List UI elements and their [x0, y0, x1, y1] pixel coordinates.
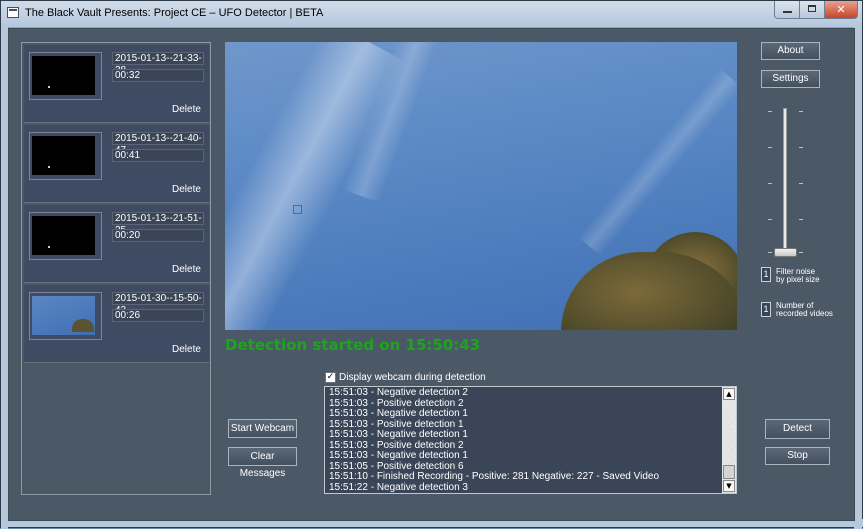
about-button[interactable]: About — [761, 42, 820, 60]
slider-tick — [768, 111, 772, 112]
message-log[interactable]: 15:51:03 - Negative detection 2 15:51:03… — [324, 386, 737, 494]
close-icon: ✕ — [836, 3, 846, 16]
slider-tick — [768, 219, 772, 220]
scroll-down-icon[interactable]: ▼ — [723, 480, 735, 492]
recording-item[interactable]: 2015-01-13--21-51-25 00:20 Delete — [24, 205, 209, 283]
log-scrollbar[interactable]: ▲ ▼ — [722, 387, 736, 493]
filter-noise-label: Filter noise by pixel size — [776, 268, 846, 284]
window-title: The Black Vault Presents: Project CE – U… — [25, 7, 324, 19]
app-window-icon — [7, 7, 19, 18]
recordings-panel: 2015-01-13--21-33-38 00:32 Delete 2015-0… — [21, 42, 211, 495]
detection-status: Detection started on 15:50:43 — [225, 336, 481, 354]
log-line: 15:51:03 - Negative detection 1 — [329, 429, 468, 440]
clear-messages-button[interactable]: Clear Messages — [228, 447, 297, 479]
recording-timestamp: 2015-01-13--21-33-38 — [112, 52, 204, 76]
slider-tick — [768, 183, 772, 184]
recording-thumbnail[interactable] — [29, 292, 102, 340]
slider-tick — [799, 147, 803, 148]
recording-timestamp: 2015-01-13--21-40-47 — [112, 132, 204, 156]
delete-recording-button[interactable]: Delete — [172, 344, 201, 355]
delete-recording-button[interactable]: Delete — [172, 184, 201, 195]
delete-recording-button[interactable]: Delete — [172, 104, 201, 115]
recording-timestamp: 2015-01-30--15-50-43 — [112, 292, 204, 316]
log-line: 15:51:03 - Negative detection 1 — [329, 408, 468, 419]
recording-item[interactable]: 2015-01-13--21-40-47 00:41 Delete — [24, 125, 209, 203]
window-frame-right — [854, 27, 862, 529]
recording-thumbnail[interactable] — [29, 212, 102, 260]
app-window: The Black Vault Presents: Project CE – U… — [0, 0, 863, 529]
recording-thumbnail[interactable] — [29, 52, 102, 100]
slider-tick — [799, 252, 803, 253]
recording-duration: 00:32 — [112, 69, 204, 82]
filter-noise-slider-thumb[interactable] — [774, 248, 797, 257]
scrollbar-thumb[interactable] — [723, 465, 735, 479]
contrail — [577, 68, 737, 256]
log-line: 15:51:03 - Negative detection 1 — [329, 450, 468, 461]
maximize-button[interactable] — [799, 1, 825, 19]
recording-duration: 00:26 — [112, 309, 204, 322]
recording-timestamp: 2015-01-13--21-51-25 — [112, 212, 204, 236]
recording-duration: 00:20 — [112, 229, 204, 242]
slider-tick — [799, 219, 803, 220]
filter-noise-slider-track[interactable] — [783, 108, 787, 252]
filter-noise-value: 1 — [761, 267, 771, 282]
maximize-icon — [808, 5, 816, 12]
close-button[interactable]: ✕ — [824, 1, 858, 19]
minimize-icon — [783, 11, 792, 13]
window-frame-left — [1, 27, 8, 529]
slider-tick — [799, 183, 803, 184]
filter-noise-label-line2: by pixel size — [776, 275, 820, 284]
title-bar[interactable]: The Black Vault Presents: Project CE – U… — [1, 1, 862, 28]
slider-tick — [799, 111, 803, 112]
recording-duration: 00:41 — [112, 149, 204, 162]
log-line: 15:51:03 - Negative detection 2 — [329, 387, 468, 398]
scroll-up-icon[interactable]: ▲ — [723, 388, 735, 400]
detect-button[interactable]: Detect — [765, 419, 830, 439]
scrollbar-track[interactable] — [723, 401, 735, 465]
slider-tick — [768, 147, 772, 148]
settings-button[interactable]: Settings — [761, 70, 820, 88]
recording-item[interactable]: 2015-01-30--15-50-43 00:26 Delete — [24, 285, 209, 363]
display-webcam-checkbox[interactable]: ✓ — [325, 372, 336, 383]
slider-tick — [768, 252, 772, 253]
recording-item[interactable]: 2015-01-13--21-33-38 00:32 Delete — [24, 45, 209, 123]
recording-thumbnail[interactable] — [29, 132, 102, 180]
start-webcam-button[interactable]: Start Webcam — [228, 419, 297, 438]
detection-marker — [293, 205, 302, 214]
log-line: 15:51:10 - Finished Recording - Positive… — [329, 471, 660, 482]
delete-recording-button[interactable]: Delete — [172, 264, 201, 275]
recorded-videos-label: Number of recorded videos — [776, 302, 846, 318]
recorded-videos-label-line2: recorded videos — [776, 309, 833, 318]
recorded-videos-count: 1 — [761, 302, 771, 317]
log-line: 15:51:22 - Negative detection 3 — [329, 481, 468, 493]
webcam-view — [225, 42, 737, 330]
stop-button[interactable]: Stop — [765, 447, 830, 465]
minimize-button[interactable] — [774, 1, 800, 19]
display-webcam-label[interactable]: Display webcam during detection — [339, 372, 486, 383]
